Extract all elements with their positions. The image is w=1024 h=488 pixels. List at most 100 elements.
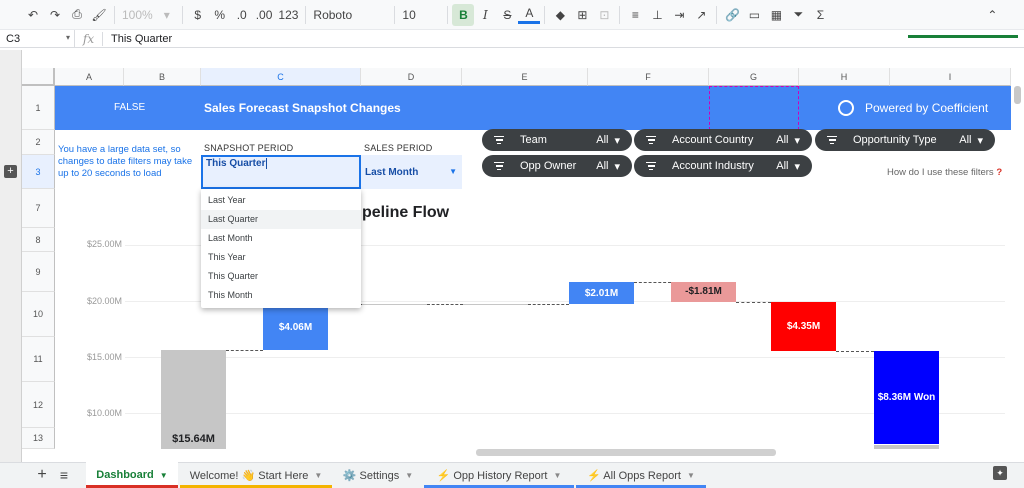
row-header[interactable]: 3: [22, 155, 55, 189]
tab-dashboard[interactable]: Dashboard ▼: [86, 462, 178, 488]
load-note: You have a large data set, so changes to…: [58, 144, 193, 179]
column-header[interactable]: C: [201, 68, 361, 86]
toolbar-divider: [114, 5, 115, 24]
italic-button[interactable]: I: [474, 4, 496, 26]
zoom-select[interactable]: 100%: [119, 4, 156, 26]
horizontal-align-icon[interactable]: ≡: [624, 4, 646, 26]
all-sheets-icon[interactable]: ≡: [55, 462, 73, 488]
dropdown-option[interactable]: This Quarter: [201, 267, 361, 286]
more-formats-button[interactable]: 123: [275, 4, 301, 26]
chart-icon[interactable]: ▦: [765, 4, 787, 26]
row-header[interactable]: 2: [22, 130, 55, 155]
connector-line: [634, 281, 671, 283]
vertical-scrollbar[interactable]: [1014, 86, 1021, 104]
tab-welcome[interactable]: Welcome! 👋 Start Here ▼: [180, 462, 332, 488]
snapshot-period-input[interactable]: This Quarter: [201, 155, 361, 189]
row-header[interactable]: 1: [22, 86, 55, 130]
tab-opp-history-report[interactable]: ⚡ Opp History Report ▼: [424, 462, 574, 488]
link-icon[interactable]: 🔗: [721, 4, 743, 26]
increase-decimal-button[interactable]: .00: [253, 4, 276, 26]
filter-value: All: [776, 134, 789, 146]
text-color-button[interactable]: A: [518, 6, 541, 24]
opp-owner-filter[interactable]: Opp Owner All ▾: [482, 155, 632, 177]
connector-line: [736, 302, 771, 304]
explore-icon[interactable]: ✦: [993, 466, 1007, 480]
bar-baseline: [874, 445, 939, 449]
vertical-align-icon[interactable]: ⊥: [646, 4, 668, 26]
add-sheet-icon[interactable]: +: [33, 462, 51, 488]
row-header[interactable]: 13: [22, 428, 55, 449]
expand-group-icon[interactable]: +: [4, 165, 17, 178]
tab-all-opps-report[interactable]: ⚡ All Opps Report ▼: [576, 462, 706, 488]
filter-label: Opportunity Type: [853, 134, 937, 146]
team-filter[interactable]: Team All ▾: [482, 129, 632, 151]
row-header[interactable]: 8: [22, 228, 55, 252]
strikethrough-icon[interactable]: S: [496, 4, 518, 26]
text-wrap-icon[interactable]: ⇥: [668, 4, 690, 26]
waterfall-bar: [463, 304, 528, 306]
font-select[interactable]: Roboto: [310, 4, 390, 26]
row-header[interactable]: 9: [22, 252, 55, 292]
caret-down-icon: ▾: [794, 160, 800, 173]
row-header[interactable]: 10: [22, 292, 55, 337]
select-all-corner[interactable]: [22, 68, 55, 86]
dropdown-option[interactable]: This Month: [201, 286, 361, 305]
row-header[interactable]: 12: [22, 382, 55, 428]
functions-icon[interactable]: Σ: [809, 4, 831, 26]
percent-format-button[interactable]: %: [209, 4, 231, 26]
decrease-decimal-button[interactable]: .0: [231, 4, 253, 26]
column-header[interactable]: E: [462, 68, 588, 86]
dropdown-option[interactable]: Last Quarter: [201, 210, 361, 229]
account-industry-filter[interactable]: Account Industry All ▾: [634, 155, 812, 177]
toolbar-divider: [716, 5, 718, 24]
y-tick-label: $25.00M: [86, 239, 122, 249]
horizontal-scrollbar[interactable]: [476, 449, 776, 456]
dropdown-option[interactable]: Last Year: [201, 191, 361, 210]
chevron-down-icon[interactable]: ▾: [156, 4, 178, 26]
column-header[interactable]: D: [361, 68, 462, 86]
chevron-down-icon: ▾: [65, 32, 70, 42]
tab-settings[interactable]: ⚙️ Settings ▼: [334, 462, 422, 488]
row-header[interactable]: 7: [22, 189, 55, 228]
column-header[interactable]: B: [124, 68, 201, 86]
text-rotate-icon[interactable]: ↗: [690, 4, 712, 26]
waterfall-bar: $8.36M Won: [874, 350, 939, 445]
column-header[interactable]: G: [709, 68, 799, 86]
caret-down-icon: ▾: [614, 160, 620, 173]
formula-input[interactable]: This Quarter: [103, 33, 172, 45]
y-tick-label: $20.00M: [86, 296, 122, 306]
undo-icon[interactable]: ↶: [22, 4, 44, 26]
filter-icon[interactable]: ⏷: [787, 4, 809, 26]
opportunity-type-filter[interactable]: Opportunity Type All ▾: [815, 129, 995, 151]
caret-down-icon: ▾: [614, 134, 620, 147]
dropdown-option[interactable]: Last Month: [201, 229, 361, 248]
fill-color-icon[interactable]: ◆: [549, 4, 571, 26]
paint-format-icon[interactable]: 🖌: [88, 4, 110, 26]
account-country-filter[interactable]: Account Country All ▾: [634, 129, 812, 151]
sales-period-select[interactable]: Last Month ▼: [361, 155, 462, 189]
redo-icon[interactable]: ↷: [44, 4, 66, 26]
caret-down-icon: ▾: [794, 134, 800, 147]
column-header[interactable]: H: [799, 68, 890, 86]
column-header[interactable]: I: [890, 68, 1011, 86]
column-header[interactable]: F: [588, 68, 709, 86]
merge-cells-icon[interactable]: ⊡: [593, 4, 615, 26]
connector-line: [427, 304, 463, 306]
bold-button[interactable]: B: [452, 3, 475, 26]
print-icon[interactable]: ⎙: [66, 4, 88, 26]
bar-value-label: $4.35M: [786, 320, 821, 332]
font-size-select[interactable]: 10: [399, 4, 443, 26]
comment-icon[interactable]: ▭: [743, 4, 765, 26]
row-header[interactable]: 11: [22, 337, 55, 382]
waterfall-bar: [362, 304, 427, 306]
collapse-toolbar-icon[interactable]: ⌃: [981, 4, 1003, 26]
currency-format-button[interactable]: $: [187, 4, 209, 26]
dropdown-option[interactable]: This Year: [201, 248, 361, 267]
connector-line: [836, 350, 874, 352]
column-header[interactable]: A: [55, 68, 124, 86]
borders-icon[interactable]: ⊞: [571, 4, 593, 26]
filters-help-link[interactable]: How do I use these filters ?: [887, 167, 1002, 178]
name-box[interactable]: C3 ▾: [0, 29, 75, 48]
toolbar-divider: [447, 5, 449, 24]
waterfall-bar: $4.35M: [771, 302, 836, 351]
